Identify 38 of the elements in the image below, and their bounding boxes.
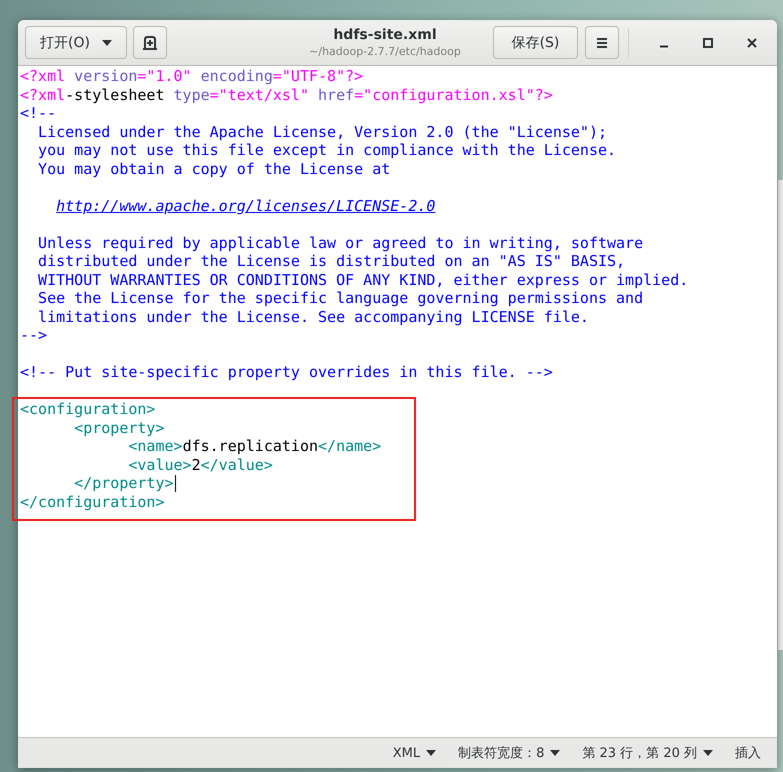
caret-icon [426, 750, 436, 756]
code-line: <configuration> [20, 400, 156, 418]
code-line: <!-- [20, 104, 56, 122]
code-line: See the License for the specific language governing permissions and [37, 289, 644, 308]
caret-icon [703, 750, 713, 756]
open-button[interactable]: 打开(O) [25, 26, 127, 59]
code-line: WITHOUT WARRANTIES OR CONDITIONS OF ANY KIND, either express or implied. [37, 270, 688, 289]
code-line: <value>2</value> [127, 456, 273, 474]
code-line: <?xml-stylesheet type="text/xsl" href="configuration.xsl"?> [20, 86, 553, 104]
code-line: --> [20, 326, 48, 344]
code-line: distributed under the License is distributed on an "AS IS" BASIS, [37, 252, 626, 270]
status-item[interactable]: 制表符宽度：8 [458, 744, 560, 762]
close-icon[interactable] [746, 38, 757, 48]
code-line: You may obtain a copy of the License at [37, 160, 390, 178]
code-line: <property> [73, 418, 164, 437]
menu-button[interactable] [584, 26, 619, 59]
status-item[interactable]: 第 23 行，第 20 列 [582, 744, 713, 762]
code-line: <?xml version="1.0" encoding="UTF-8"?> [20, 67, 364, 86]
new-tab-button[interactable] [133, 26, 167, 59]
code-line: <name>dfs.replication</name> [127, 437, 382, 456]
caret-icon [102, 40, 112, 46]
code-line: <!-- Put site-specific property overrides in this file. --> [20, 363, 553, 382]
file-path: ~/hadoop-2.7.7/etc/hadoop [309, 45, 461, 58]
caret-icon [550, 750, 560, 756]
code-line: </configuration> [20, 492, 164, 511]
status-item[interactable]: XML [392, 746, 436, 760]
code-line: limitations under the License. See accompanying LICENSE file. [37, 308, 589, 326]
code-line: </property> [73, 474, 174, 492]
status-item[interactable]: 插入 [735, 744, 761, 762]
menu-icon [596, 38, 608, 48]
code-line: Unless required by applicable law or agreed to in writing, software [37, 234, 644, 252]
window-title: hdfs-site.xml [333, 27, 437, 43]
new-tab-icon [142, 36, 158, 50]
code-line: http://www.apache.org/licenses/LICENSE-2.0 [55, 196, 436, 215]
code-line: Licensed under the Apache License, Version 2.0 (the "License"); [37, 122, 607, 141]
maximize-icon[interactable] [702, 38, 713, 48]
code-line: you may not use this file except in compliance with the License. [37, 141, 616, 160]
save-button[interactable]: 保存(S) [492, 26, 578, 59]
